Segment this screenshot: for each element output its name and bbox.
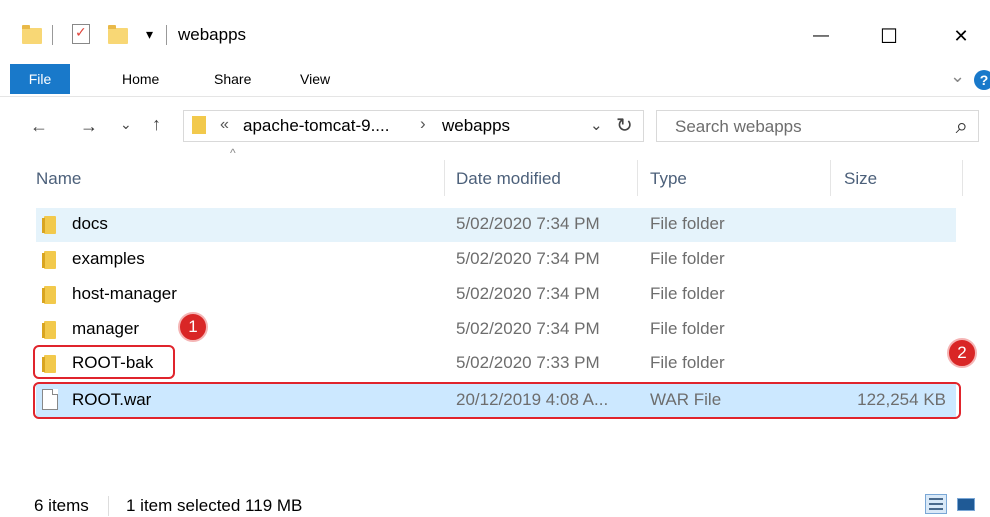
column-header-name[interactable]: Name — [36, 162, 81, 196]
list-item[interactable]: manager 5/02/2020 7:34 PM File folder — [36, 313, 956, 347]
details-view-icon[interactable] — [925, 494, 947, 514]
column-divider[interactable] — [637, 160, 638, 196]
back-button[interactable]: ← — [30, 116, 48, 137]
folder-icon — [192, 116, 206, 134]
forward-button[interactable]: → — [80, 116, 98, 137]
search-input[interactable]: Search webapps ⌕ — [656, 110, 979, 142]
file-date: 5/02/2020 7:34 PM — [456, 319, 600, 338]
file-type: File folder — [650, 214, 725, 233]
file-name: docs — [72, 214, 108, 233]
window-title: webapps — [178, 25, 247, 44]
tab-share[interactable]: Share — [214, 64, 251, 94]
folder-icon — [42, 321, 56, 339]
file-date: 5/02/2020 7:34 PM — [456, 214, 600, 233]
minimize-button[interactable]: — — [798, 18, 844, 54]
sort-indicator: ^ — [230, 146, 236, 160]
column-header-date[interactable]: Date modified — [456, 162, 561, 196]
chevron-right-icon[interactable]: › — [420, 114, 426, 134]
breadcrumb-overflow[interactable]: « — [220, 116, 229, 134]
maximize-button[interactable]: ☐ — [866, 18, 912, 54]
list-item[interactable]: docs 5/02/2020 7:34 PM File folder — [36, 208, 956, 242]
status-selection: 1 item selected 119 MB — [126, 496, 303, 515]
file-type: File folder — [650, 353, 725, 372]
search-placeholder: Search webapps — [675, 117, 802, 136]
address-dropdown-icon[interactable]: ⌄ — [590, 116, 603, 134]
file-type: File folder — [650, 319, 725, 338]
file-date: 5/02/2020 7:34 PM — [456, 284, 600, 303]
customize-quick-access-icon[interactable]: ▾ — [146, 26, 153, 43]
list-item[interactable]: examples 5/02/2020 7:34 PM File folder — [36, 243, 956, 277]
tab-view[interactable]: View — [300, 64, 330, 94]
annotation-badge: 2 — [947, 338, 977, 368]
tab-home[interactable]: Home — [122, 64, 159, 94]
column-divider[interactable] — [444, 160, 445, 196]
annotation-box — [33, 345, 175, 379]
column-header-size[interactable]: Size — [844, 162, 877, 196]
column-divider[interactable] — [830, 160, 831, 196]
separator — [166, 25, 167, 45]
large-icons-view-icon[interactable] — [954, 494, 976, 514]
list-item[interactable]: host-manager 5/02/2020 7:34 PM File fold… — [36, 278, 956, 312]
column-header-type[interactable]: Type — [650, 162, 687, 196]
properties-icon[interactable] — [72, 24, 90, 44]
breadcrumb-item[interactable]: apache-tomcat-9.... — [243, 116, 389, 136]
folder-icon[interactable] — [22, 25, 42, 44]
status-divider — [108, 496, 109, 516]
help-icon[interactable]: ? — [974, 70, 990, 90]
annotation-badge: 1 — [178, 312, 208, 342]
annotation-box — [33, 382, 961, 419]
column-divider[interactable] — [962, 160, 963, 196]
folder-icon — [42, 251, 56, 269]
breadcrumb-item[interactable]: webapps — [442, 116, 510, 136]
file-type: File folder — [650, 284, 725, 303]
tab-file[interactable]: File — [10, 64, 70, 94]
up-button[interactable]: ↑ — [152, 114, 161, 135]
recent-locations-button[interactable]: ⌄ — [120, 116, 132, 133]
file-name: examples — [72, 249, 145, 268]
folder-icon — [42, 286, 56, 304]
file-date: 5/02/2020 7:33 PM — [456, 353, 600, 372]
file-type: File folder — [650, 249, 725, 268]
folder-icon — [42, 216, 56, 234]
file-name: manager — [72, 319, 140, 338]
file-date: 5/02/2020 7:34 PM — [456, 249, 600, 268]
file-name: host-manager — [72, 284, 177, 303]
refresh-icon[interactable]: ↻ — [616, 113, 633, 138]
status-item-count: 6 items — [34, 496, 89, 515]
expand-ribbon-icon[interactable]: ⌄ — [950, 66, 965, 87]
close-button[interactable]: ✕ — [938, 18, 984, 54]
new-folder-icon[interactable] — [108, 25, 128, 44]
search-icon[interactable]: ⌕ — [956, 113, 968, 139]
separator — [52, 25, 53, 45]
